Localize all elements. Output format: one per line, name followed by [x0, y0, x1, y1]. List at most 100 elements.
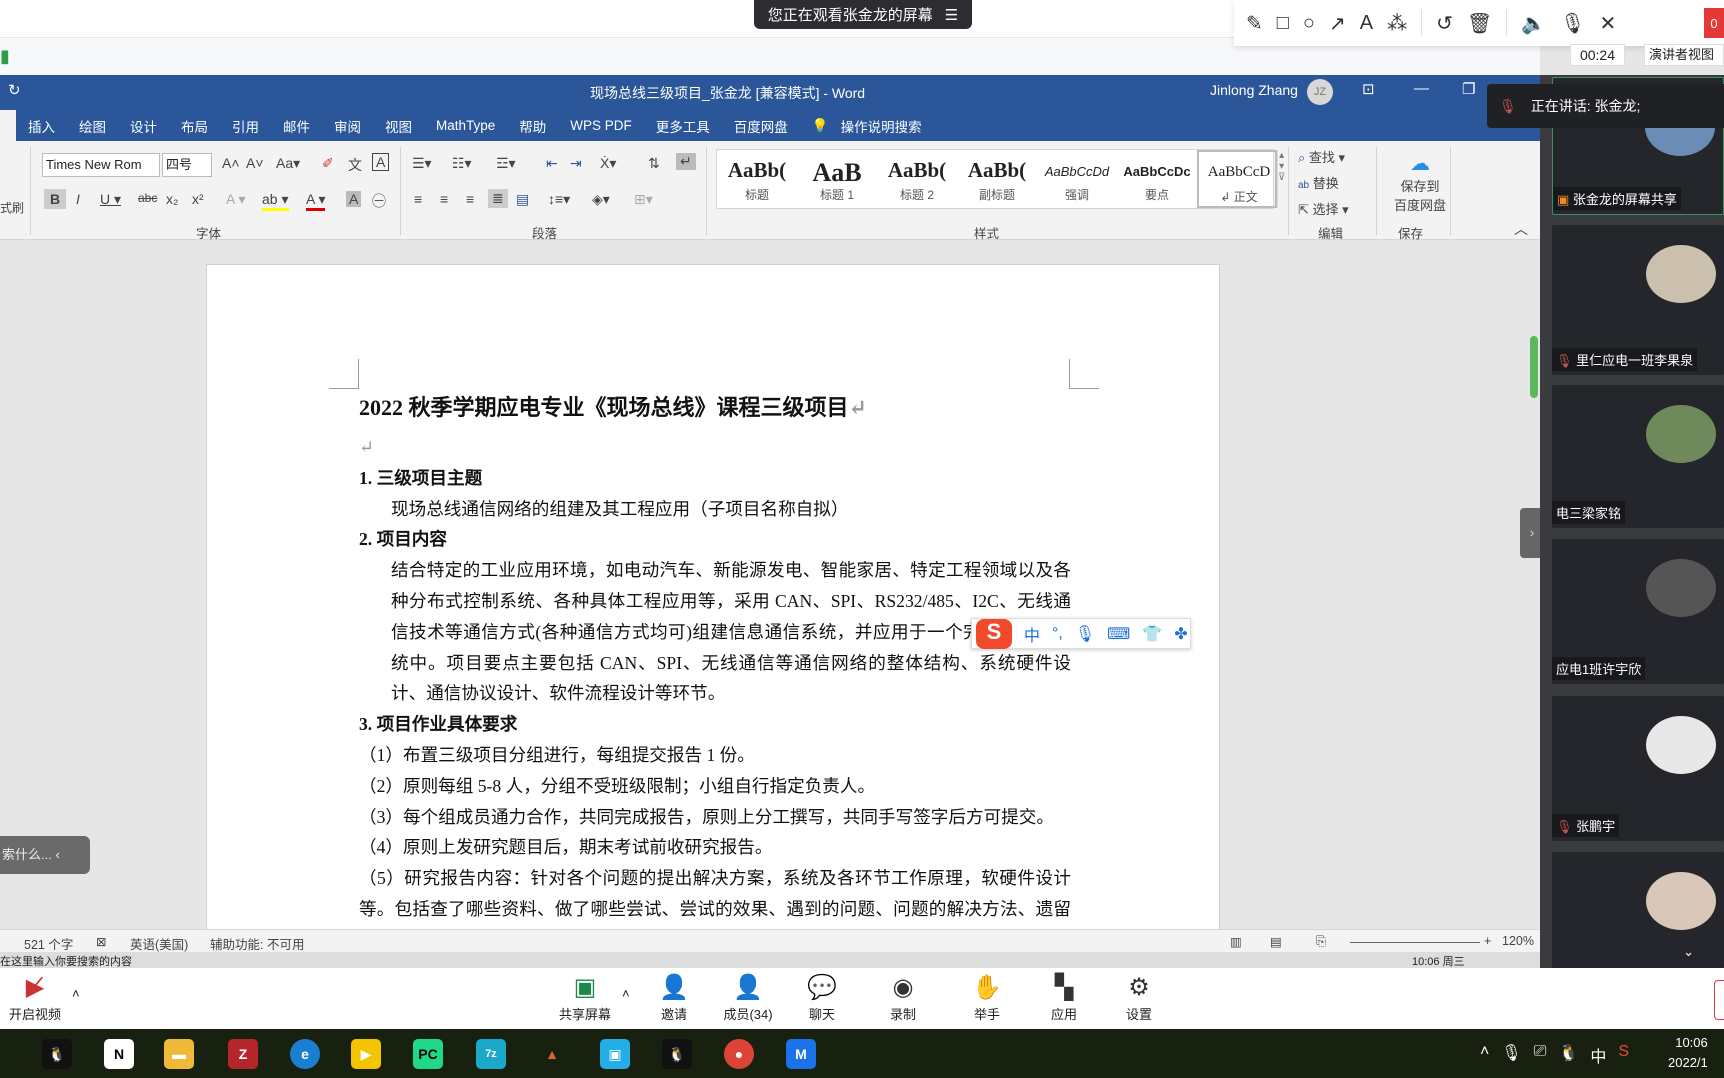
phonetic-icon[interactable]: 文: [348, 155, 362, 175]
zoom-slider[interactable]: [1350, 934, 1480, 943]
gallery-scroll[interactable]: ▴ ▾ ⊽: [1277, 150, 1285, 208]
align-right-icon[interactable]: ≡: [466, 191, 474, 207]
system-clock[interactable]: 10:06 2022/1: [1668, 1033, 1708, 1073]
stop-button[interactable]: 0: [1704, 8, 1724, 38]
arrow-icon[interactable]: ↗: [1329, 11, 1346, 36]
participant-tile[interactable]: ⌄: [1552, 852, 1724, 968]
char-border-icon[interactable]: A: [372, 153, 390, 171]
web-layout-icon[interactable]: ⎘: [1316, 934, 1326, 949]
sogou-logo[interactable]: S: [976, 618, 1012, 649]
mic-icon[interactable]: 🎙: [1075, 624, 1095, 644]
font-size-select[interactable]: 四号: [162, 153, 212, 177]
raise-hand-button[interactable]: ✋ 举手: [952, 972, 1022, 1023]
char-shading-icon[interactable]: A: [346, 191, 362, 207]
magic-wand-icon[interactable]: ⁂: [1387, 11, 1407, 36]
ime-punct[interactable]: °,: [1052, 625, 1063, 643]
ime-mode[interactable]: 中: [1024, 622, 1040, 646]
sort-icon[interactable]: ⇅: [648, 155, 660, 172]
style-emphasis[interactable]: AaBbCcDd 强调: [1037, 150, 1117, 208]
edge-icon[interactable]: e: [290, 1039, 320, 1069]
style-strong[interactable]: AaBbCcDc 要点: [1117, 150, 1197, 208]
keyboard-icon[interactable]: ⌨: [1107, 624, 1130, 644]
numbering-icon[interactable]: ☷▾: [452, 155, 472, 172]
borders-icon[interactable]: ⊞▾: [634, 191, 653, 208]
tab-review[interactable]: 审阅: [322, 116, 373, 136]
decrease-indent-icon[interactable]: ⇤: [546, 155, 558, 172]
zotero-icon[interactable]: Z: [228, 1039, 258, 1069]
settings-button[interactable]: ⚙ 设置: [1104, 972, 1174, 1023]
ribbon-display-icon[interactable]: ⊡: [1362, 80, 1375, 98]
chevron-up-icon[interactable]: ˄: [622, 986, 630, 1001]
speaker-icon[interactable]: 🔈: [1521, 11, 1546, 36]
show-marks-icon[interactable]: ↵: [676, 153, 696, 170]
select-button[interactable]: ⇱ 选择 ▾: [1298, 199, 1349, 218]
style-heading1[interactable]: AaB 标题 1: [797, 150, 877, 208]
mic-icon[interactable]: 🎙: [1560, 11, 1585, 36]
italic-icon[interactable]: I: [76, 191, 80, 207]
read-mode-icon[interactable]: ▥: [1230, 934, 1242, 949]
font-name-select[interactable]: Times New Rom: [42, 153, 160, 177]
tab-more-tools[interactable]: 更多工具: [644, 116, 722, 136]
pycharm-icon[interactable]: PC: [413, 1039, 443, 1069]
qq-icon[interactable]: 🐧: [662, 1039, 692, 1069]
asian-layout-icon[interactable]: Ẋ▾: [600, 155, 616, 172]
participant-tile[interactable]: 应电1班许宇欣: [1552, 539, 1724, 684]
rectangle-icon[interactable]: □: [1277, 12, 1289, 35]
enclose-char-icon[interactable]: ㊀: [372, 191, 386, 211]
members-button[interactable]: 👤 成员(34): [713, 972, 783, 1023]
save-to-baidu-button[interactable]: ☁ 保存到 百度网盘: [1392, 151, 1448, 214]
qq-tray-icon[interactable]: 🐧: [1558, 1043, 1578, 1067]
tab-wps-pdf[interactable]: WPS PDF: [558, 118, 644, 133]
align-center-icon[interactable]: ≡: [440, 191, 448, 207]
tab-help[interactable]: 帮助: [507, 116, 558, 136]
participant-tile[interactable]: 🎙 里仁应电一班李果泉: [1552, 225, 1724, 375]
bilibili-icon[interactable]: ▣: [600, 1039, 630, 1069]
tab-baidu[interactable]: 百度网盘: [722, 116, 800, 136]
replace-button[interactable]: ab 替换: [1298, 173, 1339, 192]
mic-icon[interactable]: 🎙: [1501, 1043, 1521, 1067]
bold-icon[interactable]: B: [44, 189, 67, 209]
ime-indicator[interactable]: 中: [1590, 1043, 1606, 1067]
menu-icon[interactable]: ☰: [945, 6, 958, 24]
zoom-in-icon[interactable]: +: [1484, 934, 1491, 948]
presenter-view-button[interactable]: 演讲者视图: [1644, 44, 1724, 66]
chrome-icon[interactable]: ●: [724, 1039, 754, 1069]
tab-insert[interactable]: 插入: [16, 116, 67, 136]
highlight-icon[interactable]: ab ▾: [262, 191, 289, 211]
subscript-icon[interactable]: x₂: [166, 191, 178, 207]
increase-indent-icon[interactable]: ⇥: [570, 155, 582, 172]
participant-tile[interactable]: 电三梁家铭: [1552, 385, 1724, 528]
undo-icon[interactable]: ↺: [1436, 11, 1453, 36]
apps-icon[interactable]: ✤: [1174, 624, 1187, 644]
font-color-icon[interactable]: A ▾: [306, 191, 326, 211]
share-screen-button[interactable]: ▣ 共享屏幕: [550, 972, 620, 1023]
clear-format-icon[interactable]: ✐: [322, 155, 334, 172]
style-heading2[interactable]: AaBb(标题 2: [877, 150, 957, 208]
skin-icon[interactable]: 👕: [1142, 624, 1162, 644]
record-button[interactable]: ◉ 录制: [868, 972, 938, 1023]
player-icon[interactable]: ▶: [351, 1039, 381, 1069]
participant-tile[interactable]: 🎙 张鹏宇: [1552, 696, 1724, 841]
tab-mathtype[interactable]: MathType: [424, 118, 507, 133]
grow-font-icon[interactable]: A˄: [222, 155, 240, 171]
invite-button[interactable]: 👤 邀请: [639, 972, 709, 1023]
tab-home[interactable]: [0, 110, 16, 141]
distributed-icon[interactable]: ▤: [516, 191, 529, 208]
pencil-icon[interactable]: ✎: [1246, 11, 1263, 36]
accessibility[interactable]: 辅助功能: 不可用: [210, 934, 304, 953]
viewing-banner[interactable]: 您正在观看张金龙的屏幕 ☰: [754, 0, 972, 29]
style-subtitle[interactable]: AaBb(副标题: [957, 150, 1037, 208]
shading-icon[interactable]: ◈▾: [592, 191, 610, 208]
minimize-icon[interactable]: —: [1414, 80, 1429, 97]
7zip-icon[interactable]: 7z: [476, 1039, 506, 1069]
align-left-icon[interactable]: ≡: [414, 191, 422, 207]
document-page[interactable]: 2022 秋季学期应电专业《现场总线》课程三级项目↵ ↵ 1. 三级项目主题 现…: [206, 264, 1220, 929]
restore-icon[interactable]: ❐: [1462, 80, 1475, 98]
tab-draw[interactable]: 绘图: [67, 116, 118, 136]
tab-layout[interactable]: 布局: [169, 116, 220, 136]
chat-button[interactable]: 💬 聊天: [787, 972, 857, 1023]
matlab-icon[interactable]: ▲: [537, 1039, 567, 1069]
sogou-tray-icon[interactable]: S: [1618, 1043, 1629, 1067]
trash-icon[interactable]: 🗑: [1467, 11, 1492, 36]
format-painter[interactable]: 式刷: [0, 199, 24, 216]
